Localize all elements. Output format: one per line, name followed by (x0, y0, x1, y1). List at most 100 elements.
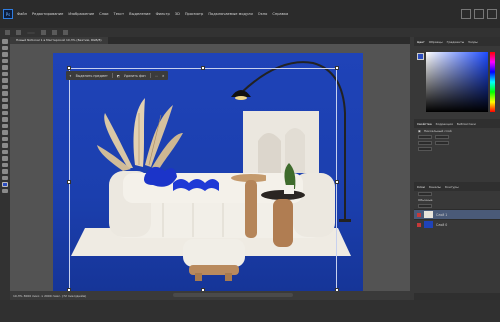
color-picker-field[interactable] (426, 52, 488, 112)
close-icon[interactable]: × (162, 74, 165, 78)
brush-tool-icon[interactable] (2, 91, 8, 96)
transform-handle-mr[interactable] (335, 180, 339, 184)
menu-filter[interactable]: Фильтр (156, 12, 170, 16)
blur-tool-icon[interactable] (2, 123, 8, 128)
angle-field[interactable] (418, 147, 432, 151)
menu-select[interactable]: Выделение (129, 12, 150, 16)
properties-title: Пиксельный слой (423, 129, 452, 133)
menu-image[interactable]: Изображение (68, 12, 94, 16)
tab-libraries[interactable]: Библиотеки (457, 122, 476, 126)
layers-panel: Слои Каналы Контуры Обычные Слой 1 Слой … (414, 182, 500, 229)
tab-properties[interactable]: Свойства (417, 122, 432, 126)
select-subject-icon[interactable]: ✦ (69, 74, 72, 78)
maximize-icon[interactable] (474, 9, 484, 19)
transform-handle-tc[interactable] (201, 66, 205, 70)
wall-sculpture (243, 111, 319, 173)
object-select-tool-icon[interactable] (2, 58, 8, 63)
menu-view[interactable]: Просмотр (185, 12, 203, 16)
transform-handle-tr[interactable] (335, 66, 339, 70)
more-tools-icon[interactable] (2, 175, 8, 180)
x-field[interactable] (418, 141, 432, 145)
tab-swatches[interactable]: Образцы (429, 40, 443, 44)
move-tool-icon[interactable] (2, 39, 8, 44)
menu-help[interactable]: Справка (272, 12, 288, 16)
eyedropper-tool-icon[interactable] (2, 78, 8, 83)
tab-paths[interactable]: Контуры (445, 185, 459, 189)
color-panel-tabs: Цвет Образцы Градиенты Узоры (414, 37, 500, 46)
layer-name[interactable]: Слой 0 (436, 223, 447, 227)
menu-edit[interactable]: Редактирование (32, 12, 63, 16)
history-brush-icon[interactable] (2, 104, 8, 109)
tab-adjustments[interactable]: Коррекция (436, 122, 453, 126)
pixel-layer-icon: ▣ (418, 129, 421, 133)
menu-file[interactable]: Файл (17, 12, 27, 16)
layer-name[interactable]: Слой 1 (436, 213, 447, 217)
visibility-eye-icon[interactable] (417, 222, 421, 227)
current-color-swatch[interactable] (417, 53, 424, 60)
layer-thumbnail (424, 211, 433, 218)
tab-patterns[interactable]: Узоры (468, 40, 478, 44)
type-tool-icon[interactable] (2, 143, 8, 148)
menu-window[interactable]: Окно (258, 12, 268, 16)
status-text: 10,3% 3000 пикс. х 2000 пикс. (72 пикс/д… (13, 293, 87, 298)
close-icon[interactable] (487, 9, 497, 19)
blend-mode-select[interactable]: Обычные (418, 198, 433, 202)
align-icon[interactable] (41, 30, 46, 35)
foreground-color-swatch[interactable] (2, 182, 8, 187)
tab-channels[interactable]: Каналы (429, 185, 441, 189)
fill-field[interactable] (418, 204, 432, 208)
y-field[interactable] (435, 141, 449, 145)
more-options-icon[interactable] (63, 30, 68, 35)
photoshop-window: Ps Файл Редактирование Изображение Слои … (0, 0, 500, 322)
sofa (109, 171, 335, 238)
layers-footer-toolbar (414, 293, 500, 300)
layer-row[interactable]: Слой 0 (414, 219, 500, 229)
remove-background-icon[interactable]: ◩ (117, 74, 120, 78)
horizontal-scrollbar[interactable] (173, 293, 293, 297)
tab-gradients[interactable]: Градиенты (447, 40, 465, 44)
canvas-area[interactable]: ✦ Выделить предмет ◩ Удалить фон ⋯ × (10, 44, 410, 291)
height-field[interactable] (435, 135, 449, 139)
hand-tool-icon[interactable] (2, 162, 8, 167)
rectangle-tool-icon[interactable] (2, 156, 8, 161)
quick-mask-icon[interactable] (2, 188, 8, 193)
frame-tool-icon[interactable] (2, 71, 8, 76)
menu-type[interactable]: Текст (114, 12, 125, 16)
layer-kind-filter[interactable] (418, 192, 432, 196)
transform-handle-ml[interactable] (67, 180, 71, 184)
document-image[interactable] (53, 53, 363, 291)
pen-tool-icon[interactable] (2, 136, 8, 141)
menu-3d[interactable]: 3D (175, 12, 180, 16)
visibility-eye-icon[interactable] (417, 212, 421, 217)
menu-layer[interactable]: Слои (99, 12, 108, 16)
gradient-tool-icon[interactable] (2, 117, 8, 122)
menu-plugins[interactable]: Подключаемые модули (208, 12, 252, 16)
healing-brush-icon[interactable] (2, 84, 8, 89)
clone-stamp-icon[interactable] (2, 97, 8, 102)
minimize-icon[interactable] (461, 9, 471, 19)
hue-slider[interactable] (490, 52, 495, 112)
tab-color[interactable]: Цвет (417, 40, 425, 44)
tab-layers[interactable]: Слои (417, 185, 425, 189)
marquee-tool-icon[interactable] (2, 45, 8, 50)
layer-row[interactable]: Слой 1 (414, 209, 500, 219)
lasso-tool-icon[interactable] (2, 52, 8, 57)
menu-bar: Ps Файл Редактирование Изображение Слои … (0, 0, 500, 28)
move-tool-icon[interactable] (16, 30, 21, 35)
eraser-tool-icon[interactable] (2, 110, 8, 115)
distribute-icon[interactable] (52, 30, 57, 35)
width-field[interactable] (418, 135, 432, 139)
more-options-icon[interactable]: ⋯ (155, 74, 158, 78)
home-icon[interactable] (5, 30, 10, 35)
select-subject-button[interactable]: Выделить предмет (76, 74, 108, 78)
remove-background-button[interactable]: Удалить фон (124, 74, 146, 78)
path-select-icon[interactable] (2, 149, 8, 154)
crop-tool-icon[interactable] (2, 65, 8, 70)
auto-select-toggle[interactable] (27, 31, 35, 34)
document-tab[interactable]: Новый Notional 1 в Мастерской 10,3% (Без… (10, 37, 108, 44)
transform-handle-tl[interactable] (67, 66, 71, 70)
divider (111, 73, 113, 78)
zoom-tool-icon[interactable] (2, 169, 8, 174)
dodge-tool-icon[interactable] (2, 130, 8, 135)
contextual-task-bar: ✦ Выделить предмет ◩ Удалить фон ⋯ × (66, 71, 168, 80)
